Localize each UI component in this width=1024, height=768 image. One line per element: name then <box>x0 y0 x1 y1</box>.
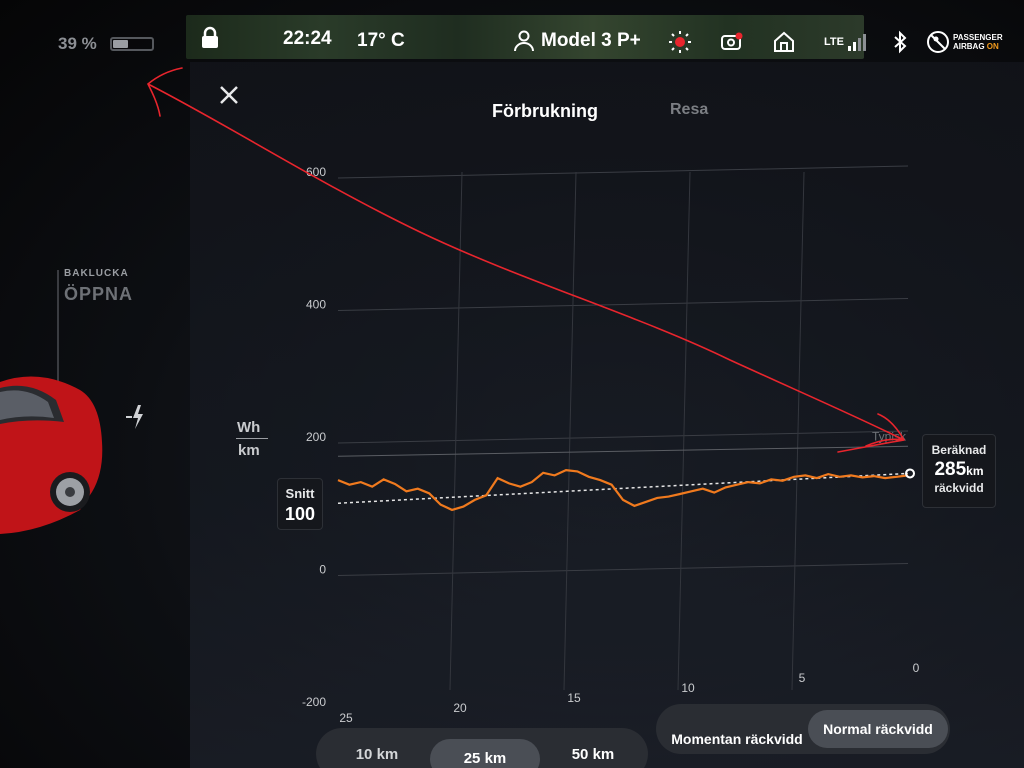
y-tick-label: 0 <box>319 563 326 577</box>
x-tick-label: 5 <box>799 671 806 685</box>
x-tick-label: 0 <box>913 661 920 675</box>
distance-toggle: 10 km 25 km 50 km <box>316 728 648 768</box>
range-mode-toggle: Momentan räckvidd Normal räckvidd <box>656 704 950 754</box>
distance-option-25km[interactable]: 25 km <box>430 739 540 768</box>
average-label: Snitt <box>285 486 315 501</box>
x-tick-label: 15 <box>567 691 581 705</box>
y-tick-label: 200 <box>306 430 326 444</box>
average-box: Snitt 100 <box>277 478 323 530</box>
range-option-normal[interactable]: Normal räckvidd <box>808 710 948 748</box>
h-gridline <box>337 298 909 311</box>
y-tick-label: -200 <box>302 695 326 709</box>
estimated-range-label: Beräknad <box>931 443 987 457</box>
range-option-instant[interactable]: Momentan räckvidd <box>662 731 812 747</box>
tesla-screen: 39 % 22:24 17° C Model 3 P+ LTE PASSENGE… <box>0 0 1024 768</box>
v-gridline <box>677 171 691 691</box>
average-value: 100 <box>284 504 316 524</box>
distance-option-10km[interactable]: 10 km <box>332 746 422 763</box>
h-gridline <box>337 165 909 179</box>
consumption-chart: -20002004006002520151050 Typisk <box>147 67 920 725</box>
y-tick-label: 400 <box>306 298 326 312</box>
h-gridline <box>337 563 909 576</box>
estimated-range-value: 285 <box>934 459 967 480</box>
estimated-range-unit: km <box>966 464 984 478</box>
chart-ticks: -20002004006002520151050 <box>302 165 920 725</box>
typical-line <box>337 445 909 457</box>
estimated-range-suffix: räckvidd <box>934 481 984 495</box>
h-gridline <box>337 430 909 444</box>
red-annotation-arrow <box>147 67 905 453</box>
current-point-marker <box>905 468 915 479</box>
x-tick-label: 20 <box>453 701 467 715</box>
estimated-range-value-line: 285km <box>923 459 995 481</box>
chart-grid <box>337 165 909 691</box>
v-gridline <box>791 171 805 691</box>
v-gridline <box>563 171 577 691</box>
distance-option-50km[interactable]: 50 km <box>548 746 638 763</box>
consumption-series-line <box>337 468 909 512</box>
x-tick-label: 10 <box>681 681 695 695</box>
x-tick-label: 25 <box>339 711 353 725</box>
estimated-range-box: Beräknad 285km räckvidd <box>922 434 996 508</box>
